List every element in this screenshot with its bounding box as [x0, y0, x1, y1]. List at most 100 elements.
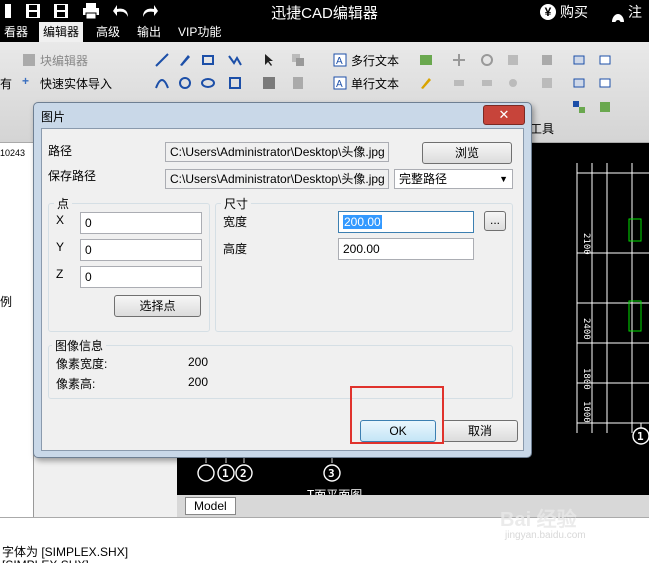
- mtext-icon: A: [333, 53, 347, 67]
- dim-label: 1000: [581, 401, 591, 423]
- z-field[interactable]: 0: [80, 266, 202, 288]
- block-editor-icon: [23, 54, 35, 66]
- axis-marker: 1: [637, 430, 644, 443]
- axis-marker: 1: [222, 467, 229, 480]
- path-mode-value: 完整路径: [399, 172, 448, 186]
- menu-bar: 看器 编辑器 高级 输出 VIP功能: [0, 22, 649, 42]
- y-field[interactable]: 0: [80, 239, 202, 261]
- x-label: X: [56, 213, 65, 227]
- text-edit-icon[interactable]: [419, 76, 433, 90]
- trim-icon[interactable]: [506, 76, 520, 90]
- rotate-icon[interactable]: [480, 53, 494, 67]
- save-path-label: 保存路径: [48, 169, 97, 183]
- copy-icon[interactable]: [291, 53, 305, 67]
- chevron-down-icon: ▼: [499, 174, 508, 184]
- export-icon[interactable]: [598, 100, 612, 114]
- menu-viewer[interactable]: 看器: [0, 22, 32, 42]
- svg-text:A: A: [336, 79, 343, 90]
- dim-label: 2100: [581, 233, 591, 255]
- dialog-title: 图片: [41, 110, 66, 124]
- path-label: 路径: [48, 144, 73, 158]
- polyline-icon[interactable]: [228, 53, 242, 67]
- pixel-height-value: 200: [188, 375, 209, 389]
- menu-advanced[interactable]: 高级: [92, 22, 124, 42]
- layer-icon[interactable]: [540, 53, 554, 67]
- save-path-field[interactable]: C:\Users\Administrator\Desktop\头像.jpg: [165, 169, 389, 189]
- panel-snippet-2: 例: [0, 295, 13, 309]
- path-field[interactable]: C:\Users\Administrator\Desktop\头像.jpg: [165, 142, 389, 162]
- polygon-icon[interactable]: [228, 76, 242, 90]
- cursor-icon[interactable]: [262, 53, 276, 67]
- panel-snippet: 10243: [0, 148, 26, 158]
- dim-label: 1800: [581, 368, 591, 390]
- title-bar: 迅捷CAD编辑器 ¥ 购买 ● 注册: [0, 0, 649, 40]
- line-icon[interactable]: [155, 53, 169, 67]
- menu-vip[interactable]: VIP功能: [174, 22, 225, 42]
- tools-group-label: 工具: [530, 122, 555, 136]
- pixel-width-value: 200: [188, 355, 209, 369]
- yen-icon: ¥: [540, 4, 556, 20]
- y-label: Y: [56, 240, 65, 254]
- z-label: Z: [56, 267, 64, 281]
- image-dialog: 图片 ✕ 路径 C:\Users\Administrator\Desktop\头…: [33, 102, 532, 458]
- mirror-icon[interactable]: [452, 76, 466, 90]
- left-panel: 10243 例: [0, 143, 34, 538]
- browse-button[interactable]: 浏览: [422, 142, 512, 164]
- select-icon[interactable]: [262, 76, 276, 90]
- axis-marker: 3: [328, 467, 335, 480]
- axis-marker: 2: [240, 467, 247, 480]
- quick-import-button[interactable]: 快速实体导入: [40, 75, 112, 92]
- circle-icon[interactable]: [178, 76, 192, 90]
- command-line: [SIMPLEX.SHX]: [2, 558, 89, 563]
- ribbon-left-snippet: 有: [0, 77, 13, 91]
- size-group-title: 尺寸: [221, 195, 252, 212]
- text-icon: A: [333, 76, 347, 90]
- width-value: 200.00: [343, 215, 382, 229]
- plus-icon: +: [22, 74, 30, 88]
- image-info-title: 图像信息: [52, 337, 107, 354]
- pixel-width-label: 像素宽度:: [56, 357, 108, 371]
- menu-output[interactable]: 输出: [133, 22, 165, 42]
- dialog-body: 路径 C:\Users\Administrator\Desktop\头像.jpg…: [41, 128, 524, 451]
- buy-label: 购买: [560, 4, 588, 20]
- watermark: Bai 经验: [500, 509, 577, 531]
- ellipse-icon[interactable]: [201, 76, 215, 90]
- arc-icon[interactable]: [155, 76, 169, 90]
- text-style-icon[interactable]: [419, 53, 433, 67]
- menu-editor[interactable]: 编辑器: [39, 22, 84, 42]
- properties-icon[interactable]: [598, 53, 612, 67]
- dim-label: 2400: [581, 318, 591, 340]
- layout-tabs: Model: [177, 495, 649, 517]
- x-field[interactable]: 0: [80, 212, 202, 234]
- height-label: 高度: [223, 242, 248, 256]
- model-tab[interactable]: Model: [185, 497, 236, 515]
- path-mode-select[interactable]: 完整路径 ▼: [394, 169, 513, 189]
- pencil-icon[interactable]: [178, 53, 192, 67]
- insert-icon[interactable]: [572, 76, 586, 90]
- svg-text:A: A: [336, 56, 343, 67]
- pixel-height-label: 像素高:: [56, 377, 96, 391]
- cancel-button[interactable]: 取消: [442, 420, 518, 442]
- scale-icon[interactable]: [506, 53, 520, 67]
- text-button[interactable]: 单行文本: [351, 75, 399, 92]
- width-label: 宽度: [223, 215, 248, 229]
- move-icon[interactable]: [452, 53, 466, 67]
- block-editor-button[interactable]: 块编辑器: [40, 52, 88, 69]
- paste-icon[interactable]: [291, 76, 305, 90]
- more-button[interactable]: ...: [484, 211, 506, 231]
- array-icon[interactable]: [480, 76, 494, 90]
- watermark-sub: jingyan.baidu.com: [505, 530, 586, 541]
- width-field[interactable]: 200.00: [338, 211, 474, 233]
- point-group-title: 点: [54, 195, 73, 212]
- mtext-button[interactable]: 多行文本: [351, 52, 399, 69]
- buy-link[interactable]: ¥ 购买: [540, 2, 588, 22]
- group-icon[interactable]: [572, 100, 586, 114]
- height-field[interactable]: 200.00: [338, 238, 474, 260]
- close-button[interactable]: ✕: [483, 105, 525, 125]
- attribute-icon[interactable]: [598, 76, 612, 90]
- pick-point-button[interactable]: 选择点: [114, 295, 201, 317]
- rectangle-icon[interactable]: [201, 53, 215, 67]
- highlight-box: [350, 386, 444, 444]
- block-icon[interactable]: [572, 53, 586, 67]
- hatch-icon[interactable]: [540, 76, 554, 90]
